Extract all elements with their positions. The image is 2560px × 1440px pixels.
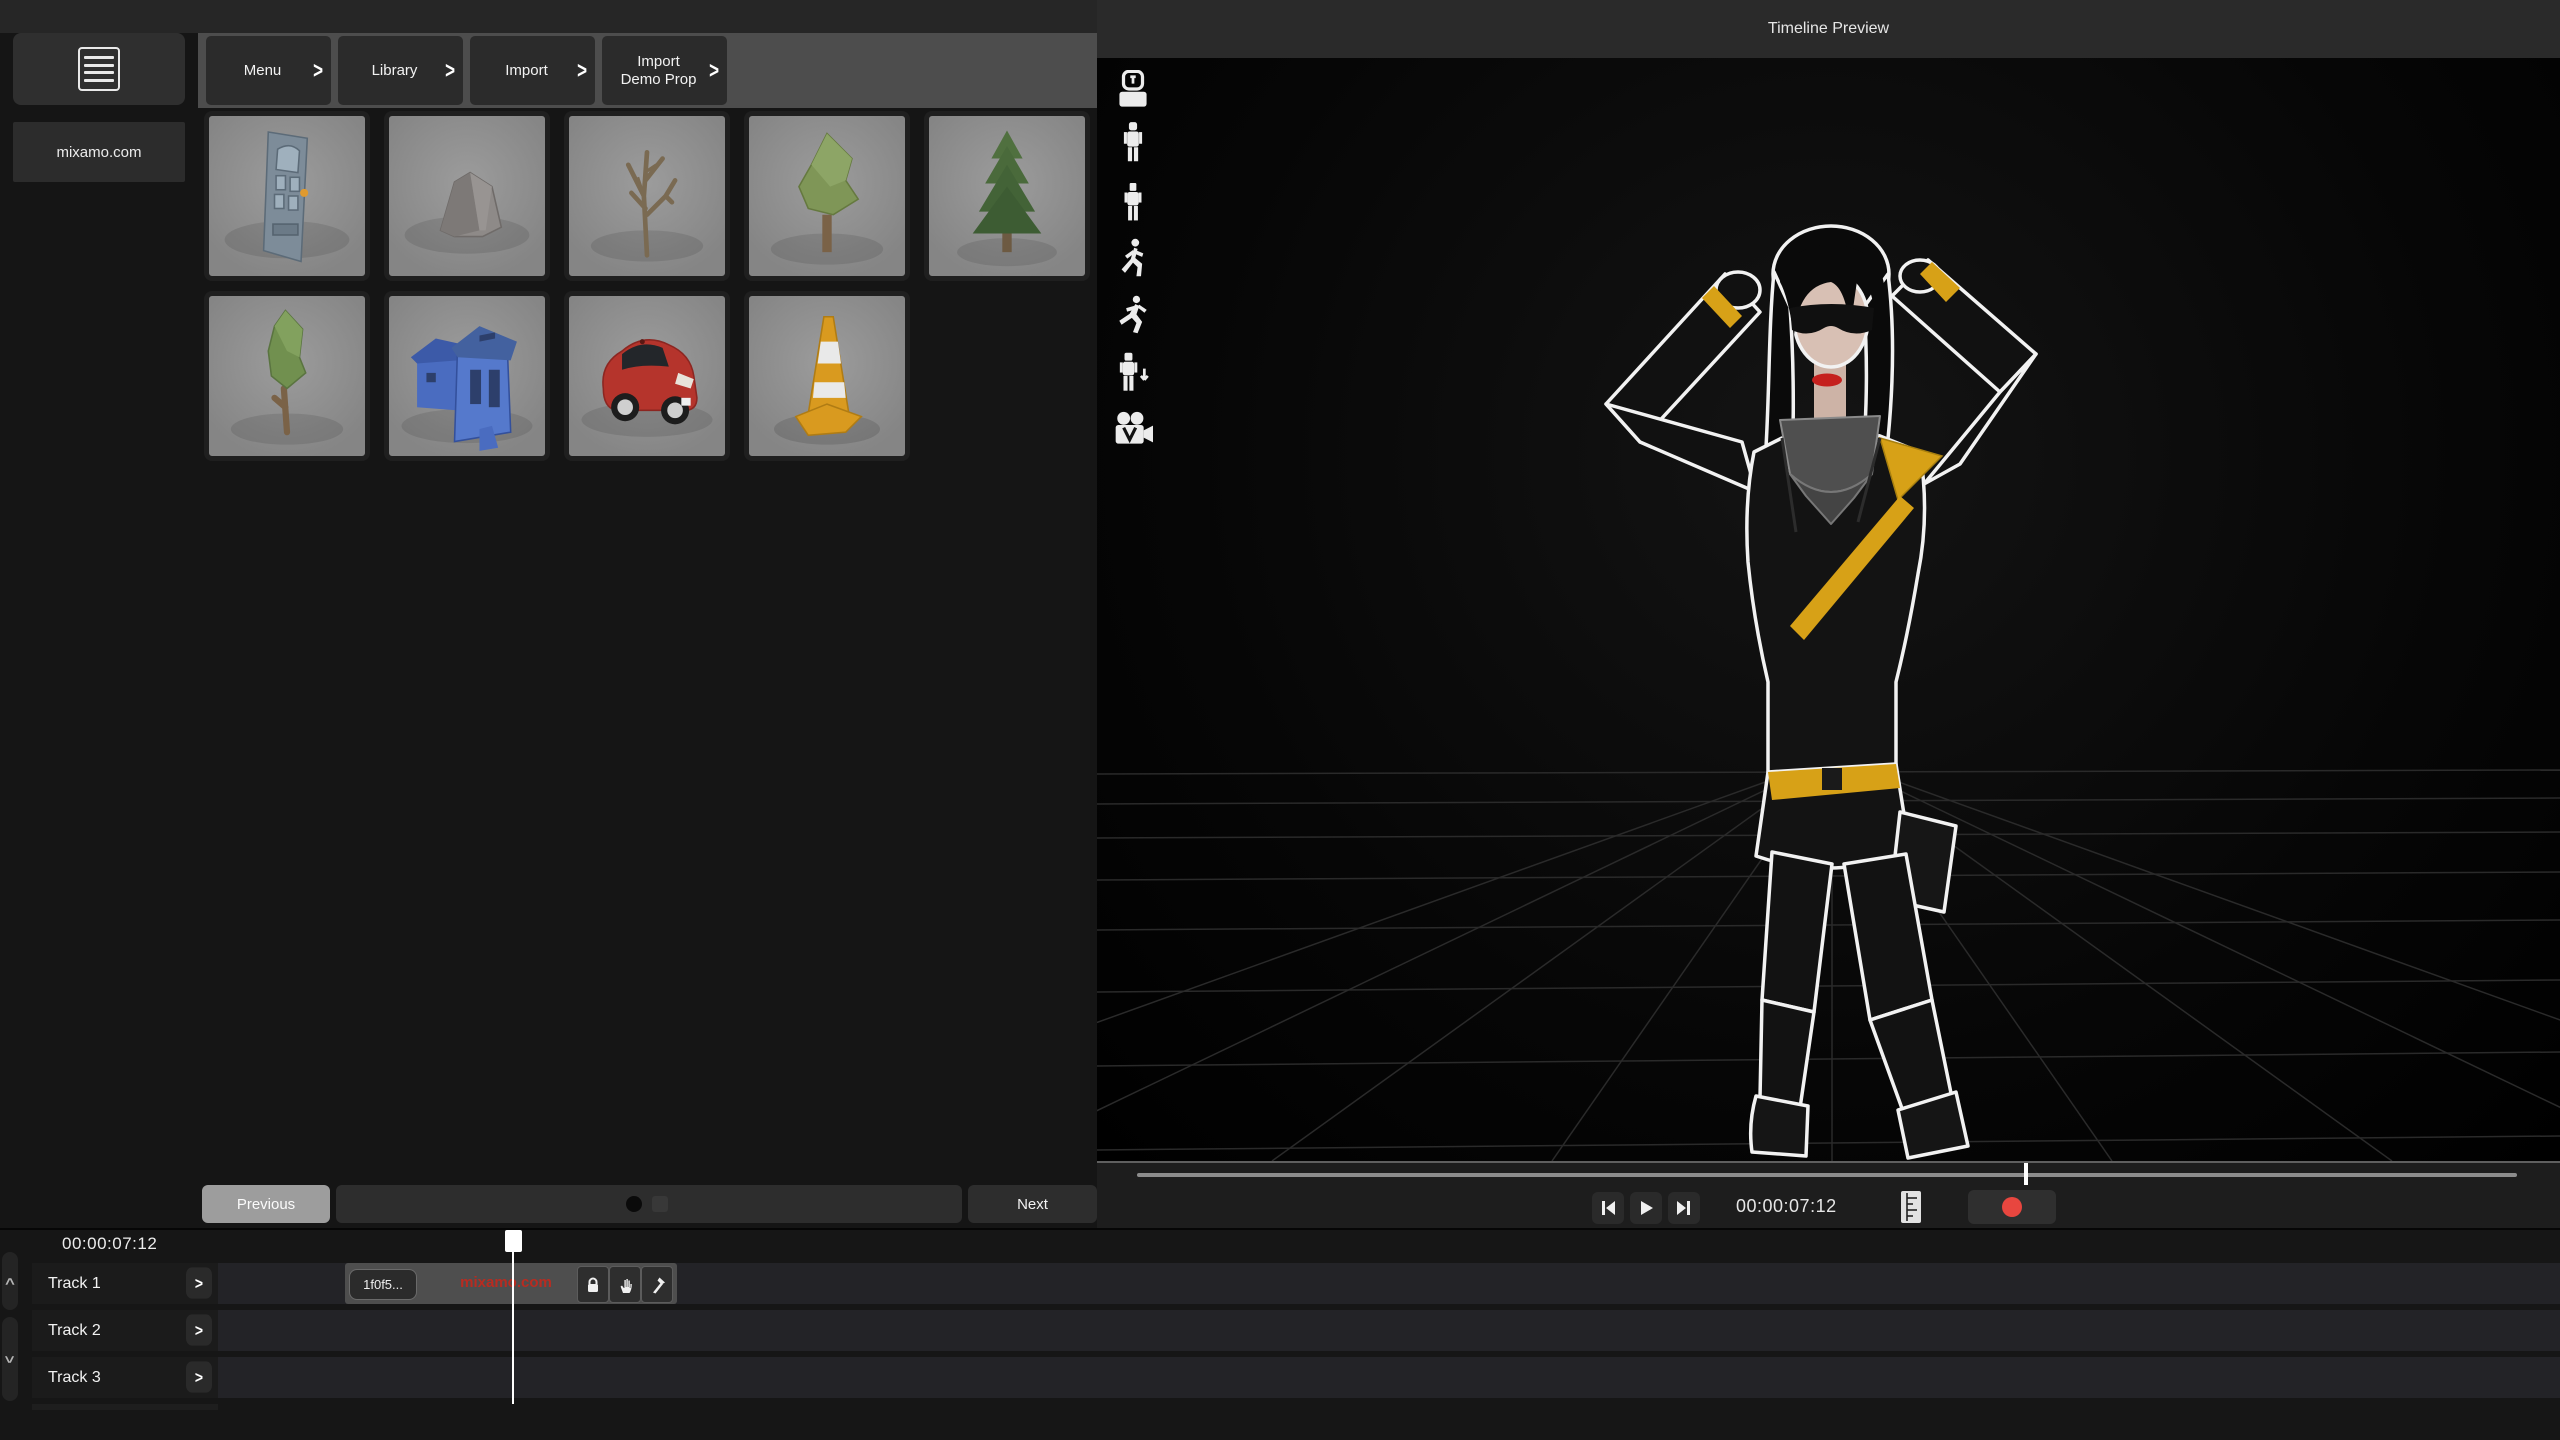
caret-down-icon: > bbox=[0, 1355, 20, 1363]
menu-button-label: Menu bbox=[244, 62, 282, 79]
timeline-timecode: 00:00:07:12 bbox=[62, 1234, 157, 1254]
track-header-1[interactable]: Track 1 > bbox=[32, 1263, 218, 1304]
video-camera-icon[interactable] bbox=[1110, 405, 1156, 453]
app-window: Timeline Preview mixamo.com Menu > Libra… bbox=[0, 0, 2560, 1440]
timeline-playhead-handle[interactable] bbox=[505, 1230, 522, 1252]
character-model[interactable] bbox=[1528, 212, 2128, 1162]
viewport-title: Timeline Preview bbox=[1768, 20, 1889, 38]
skip-start-button[interactable] bbox=[1592, 1192, 1624, 1224]
prop-thumbnail-round-tree[interactable] bbox=[204, 291, 370, 461]
chevron-right-icon: > bbox=[709, 57, 719, 83]
hand-icon[interactable] bbox=[609, 1266, 641, 1303]
next-button[interactable]: Next bbox=[968, 1185, 1097, 1223]
standing-person-alt-icon[interactable] bbox=[1110, 178, 1156, 226]
prop-thumbnail-red-car[interactable] bbox=[564, 291, 730, 461]
lock-icon[interactable] bbox=[577, 1266, 609, 1303]
walking-person-icon[interactable] bbox=[1110, 234, 1156, 282]
prop-thumbnail-traffic-cone[interactable] bbox=[744, 291, 910, 461]
record-dot-icon bbox=[2002, 1197, 2022, 1217]
track-1-label: Track 1 bbox=[48, 1275, 101, 1293]
axe-icon[interactable] bbox=[641, 1266, 673, 1303]
track-3-expand-button[interactable]: > bbox=[186, 1361, 212, 1392]
timeline-playhead-line bbox=[512, 1252, 514, 1404]
track-1-expand-button[interactable]: > bbox=[186, 1267, 212, 1298]
prop-thumbnail-bare-tree[interactable] bbox=[564, 111, 730, 281]
timeline-scrubber[interactable] bbox=[1137, 1173, 2517, 1177]
track-scroll-up-button[interactable]: > bbox=[2, 1252, 18, 1310]
import-demo-prop-button[interactable]: Import Demo Prop > bbox=[602, 36, 727, 105]
running-person-icon[interactable] bbox=[1110, 291, 1156, 339]
webcam-person-icon[interactable] bbox=[1110, 65, 1156, 113]
previous-label: Previous bbox=[237, 1196, 295, 1213]
track-2-expand-button[interactable]: > bbox=[186, 1314, 212, 1345]
track-lane-2[interactable] bbox=[32, 1310, 2560, 1351]
prop-thumbnail-leafy-tree[interactable] bbox=[744, 111, 910, 281]
menu-button[interactable]: Menu > bbox=[206, 36, 331, 105]
track-3-label: Track 3 bbox=[48, 1369, 101, 1387]
site-label: mixamo.com bbox=[13, 122, 185, 182]
track-lane-4-partial bbox=[32, 1404, 218, 1410]
import-demo-prop-label: Import Demo Prop bbox=[617, 53, 701, 88]
viewport-header: Timeline Preview bbox=[1097, 0, 2560, 58]
site-label-text: mixamo.com bbox=[56, 144, 141, 161]
track-2-label: Track 2 bbox=[48, 1322, 101, 1340]
caret-up-icon: > bbox=[0, 1277, 20, 1285]
page-indicator-bar[interactable] bbox=[336, 1185, 962, 1223]
person-exit-down-icon[interactable] bbox=[1110, 348, 1156, 396]
play-button[interactable] bbox=[1630, 1192, 1662, 1224]
chevron-right-icon: > bbox=[445, 57, 455, 83]
previous-button[interactable]: Previous bbox=[202, 1185, 330, 1223]
library-button[interactable]: Library > bbox=[338, 36, 463, 105]
track-lane-3[interactable] bbox=[32, 1357, 2560, 1398]
scrubber-playhead[interactable] bbox=[2024, 1163, 2028, 1185]
prop-thumbnail-door[interactable] bbox=[204, 111, 370, 281]
import-button-label: Import bbox=[505, 62, 548, 79]
chevron-right-icon: > bbox=[577, 57, 587, 83]
ruler-icon[interactable] bbox=[1898, 1190, 1924, 1224]
track-header-2[interactable]: Track 2 > bbox=[32, 1310, 218, 1351]
animation-clip[interactable]: 1f0f5... mixamo.com bbox=[345, 1263, 677, 1304]
next-label: Next bbox=[1017, 1196, 1048, 1213]
list-document-icon bbox=[78, 47, 120, 91]
standing-person-icon[interactable] bbox=[1110, 118, 1156, 166]
import-button[interactable]: Import > bbox=[470, 36, 595, 105]
main-menu-button[interactable] bbox=[13, 33, 185, 105]
page-dot-filled bbox=[626, 1196, 642, 1212]
track-scroll-down-button[interactable]: > bbox=[2, 1317, 18, 1401]
skip-end-button[interactable] bbox=[1668, 1192, 1700, 1224]
prop-thumbnail-pine-tree[interactable] bbox=[924, 111, 1090, 281]
page-dot-empty bbox=[652, 1196, 668, 1212]
track-header-3[interactable]: Track 3 > bbox=[32, 1357, 218, 1398]
clip-id-chip[interactable]: 1f0f5... bbox=[349, 1269, 417, 1300]
chevron-right-icon: > bbox=[313, 57, 323, 83]
library-button-label: Library bbox=[372, 62, 418, 79]
clip-source-label: mixamo.com bbox=[441, 1274, 571, 1291]
viewport-timecode: 00:00:07:12 bbox=[1736, 1196, 1862, 1217]
prop-thumbnail-rock[interactable] bbox=[384, 111, 550, 281]
prop-thumbnail-blue-house[interactable] bbox=[384, 291, 550, 461]
record-button[interactable] bbox=[1968, 1190, 2056, 1224]
